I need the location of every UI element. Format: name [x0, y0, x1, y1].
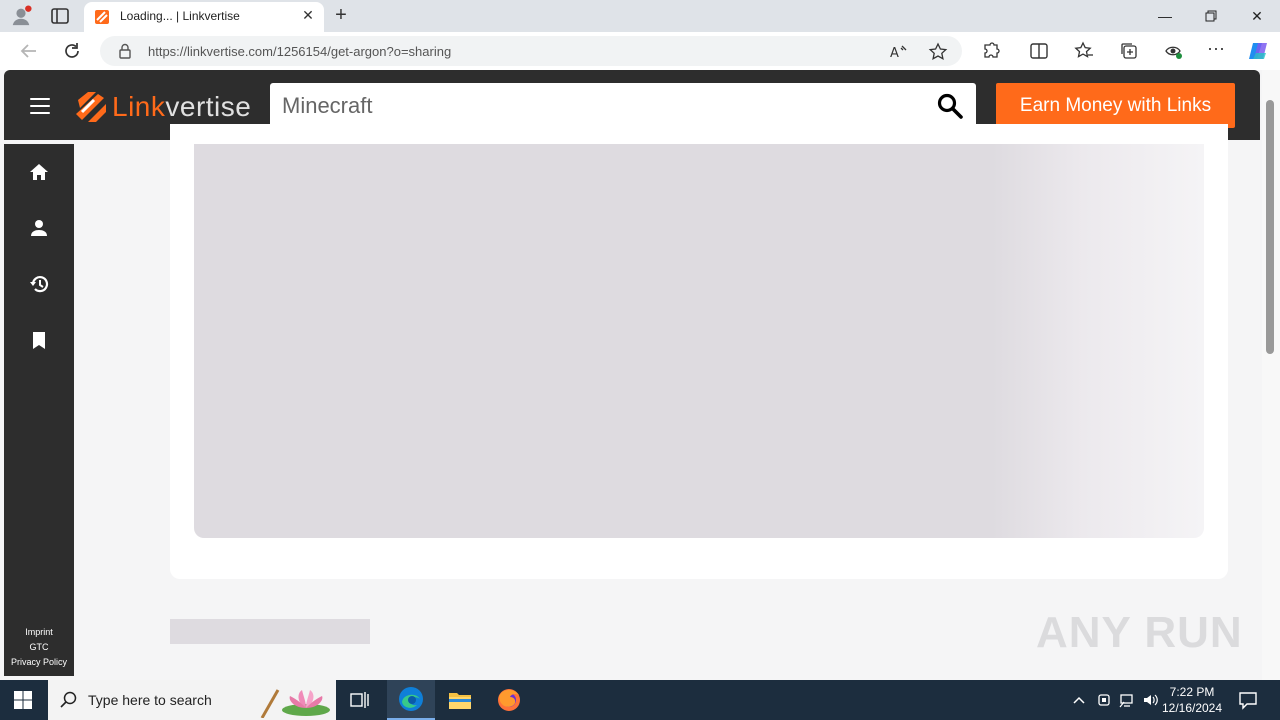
url-path: /1256154/get-argon?o=sharing	[273, 44, 452, 59]
browser-essentials-icon[interactable]	[1163, 41, 1183, 61]
read-aloud-icon[interactable]: A	[888, 42, 908, 62]
url-text[interactable]: https://linkvertise.com/1256154/get-argo…	[148, 44, 451, 59]
lock-icon[interactable]	[118, 43, 132, 59]
network-icon[interactable]	[1119, 692, 1135, 708]
page-viewport: Linkvertise Earn Money with Links Imprin…	[0, 70, 1262, 680]
scrollbar-thumb[interactable]	[1266, 100, 1274, 354]
bookmark-icon[interactable]	[29, 330, 49, 350]
minimize-button[interactable]: —	[1142, 0, 1188, 32]
sidebar-footer-links: Imprint GTC Privacy Policy	[4, 625, 74, 670]
clock-time: 7:22 PM	[1169, 685, 1215, 699]
loading-skeleton	[194, 144, 1204, 538]
task-view-button[interactable]	[336, 680, 384, 720]
notifications-icon[interactable]	[1238, 690, 1258, 710]
anyrun-watermark: ANY RUN	[1036, 608, 1243, 657]
svg-text:A: A	[890, 46, 899, 61]
copilot-icon[interactable]	[1247, 39, 1271, 63]
content-card	[170, 124, 1228, 579]
restore-button[interactable]	[1188, 0, 1234, 32]
gtc-link[interactable]: GTC	[4, 640, 74, 655]
taskbar-search[interactable]: Type here to search	[48, 680, 336, 720]
linkvertise-logo[interactable]: Linkvertise	[74, 90, 254, 124]
browser-toolbar: https://linkvertise.com/1256154/get-argo…	[0, 32, 1280, 70]
windows-start-icon[interactable]	[14, 691, 32, 709]
refresh-icon[interactable]	[61, 40, 83, 62]
firefox-icon	[498, 689, 520, 711]
file-explorer-taskbar-button[interactable]	[436, 680, 484, 720]
logo-mark-icon	[76, 92, 106, 122]
url-host: https://linkvertise.com	[148, 44, 273, 59]
profile-icon[interactable]	[10, 5, 32, 27]
collections-icon[interactable]	[1119, 41, 1139, 61]
favorites-icon[interactable]	[1074, 41, 1094, 61]
more-options-icon[interactable]: ···	[1206, 39, 1226, 61]
tab-close-icon[interactable]: ✕	[300, 7, 316, 23]
address-bar[interactable]: https://linkvertise.com/1256154/get-argo…	[100, 36, 962, 66]
search-highlight-lotus-icon	[260, 689, 330, 718]
taskbar-search-placeholder: Type here to search	[88, 692, 212, 708]
windows-taskbar: Type here to search 7:22 PM 12/16/2024	[0, 680, 1280, 720]
favorite-star-icon[interactable]	[928, 42, 948, 62]
logo-text: Linkvertise	[112, 90, 251, 124]
browser-tab-strip: Loading... | Linkvertise ✕ + — ✕	[0, 0, 1280, 32]
search-icon[interactable]	[936, 92, 964, 120]
browser-tab[interactable]: Loading... | Linkvertise ✕	[84, 2, 324, 32]
loading-skeleton-bar	[170, 619, 370, 644]
clock-date: 12/16/2024	[1161, 701, 1223, 715]
history-icon[interactable]	[29, 274, 49, 294]
new-tab-button[interactable]: +	[330, 4, 352, 26]
close-window-button[interactable]: ✕	[1234, 0, 1280, 32]
linkvertise-favicon-icon	[95, 10, 109, 24]
device-icon[interactable]	[1096, 692, 1112, 708]
edge-taskbar-button[interactable]	[387, 680, 435, 720]
user-icon[interactable]	[29, 218, 49, 238]
extensions-icon[interactable]	[981, 41, 1001, 61]
search-box[interactable]	[270, 83, 976, 128]
edge-icon	[399, 687, 423, 711]
back-icon[interactable]	[18, 40, 40, 62]
page-scrollbar[interactable]	[1262, 70, 1280, 680]
menu-icon[interactable]	[30, 98, 50, 114]
split-screen-icon[interactable]	[1029, 41, 1049, 61]
logo-text-suffix: vertise	[165, 91, 252, 122]
logo-text-prefix: Link	[112, 91, 166, 122]
folder-icon	[449, 693, 471, 709]
sidebar: Imprint GTC Privacy Policy	[4, 144, 74, 676]
firefox-taskbar-button[interactable]	[485, 680, 533, 720]
task-view-icon	[350, 692, 369, 708]
home-icon[interactable]	[29, 162, 49, 182]
search-input[interactable]	[282, 83, 922, 128]
show-hidden-icons-icon[interactable]	[1071, 692, 1087, 708]
taskbar-search-icon	[60, 691, 77, 708]
imprint-link[interactable]: Imprint	[4, 625, 74, 640]
restore-icon	[1205, 10, 1217, 22]
earn-money-button[interactable]: Earn Money with Links	[996, 83, 1235, 128]
tab-actions-icon[interactable]	[50, 7, 70, 25]
tab-title: Loading... | Linkvertise	[120, 9, 240, 23]
volume-icon[interactable]	[1142, 692, 1158, 708]
taskbar-clock[interactable]: 7:22 PM 12/16/2024	[1160, 684, 1224, 716]
privacy-policy-link[interactable]: Privacy Policy	[4, 655, 74, 670]
